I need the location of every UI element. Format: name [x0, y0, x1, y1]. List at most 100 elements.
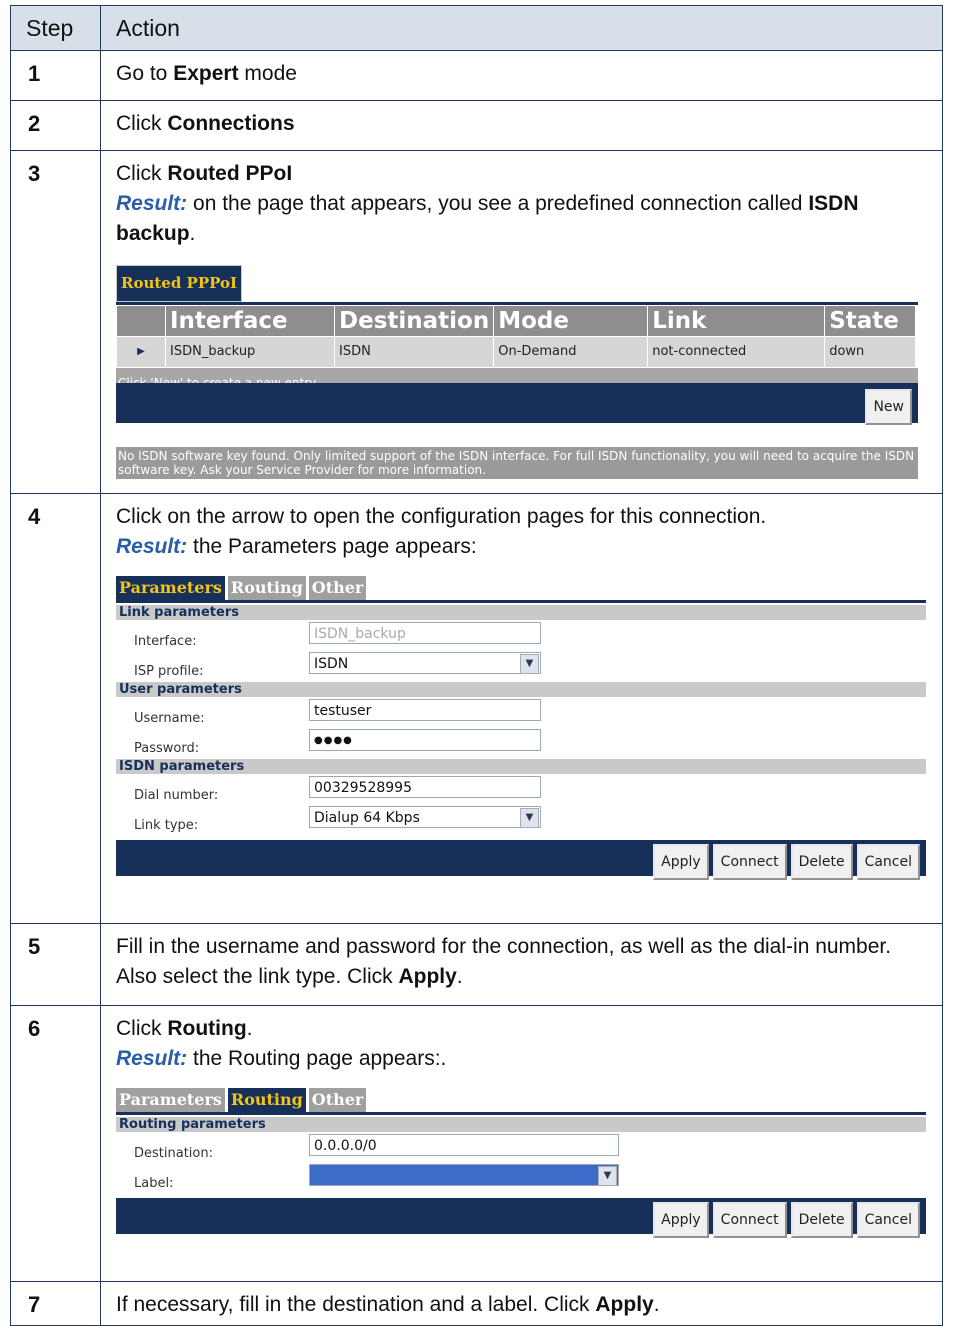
- result-label: Result:: [116, 535, 188, 558]
- apply-button[interactable]: Apply: [653, 1202, 709, 1238]
- step-action: Go to Expert mode: [100, 50, 943, 101]
- delete-button[interactable]: Delete: [790, 1202, 853, 1238]
- action-text: Click: [116, 162, 168, 185]
- action-text: Click: [116, 1017, 168, 1040]
- action-text-end: .: [456, 965, 463, 988]
- cell-link: not-connected: [647, 336, 826, 368]
- cell-mode: On-Demand: [493, 336, 649, 368]
- step-row-5: 5 Fill in the username and password for …: [10, 923, 943, 1006]
- action-text: If necessary, fill in the destination an…: [116, 1293, 596, 1316]
- interface-field: ISDN_backup: [309, 622, 541, 644]
- step-action: Fill in the username and password for th…: [100, 923, 943, 1006]
- step-action: Click Routed PPoI Result: on the page th…: [100, 150, 943, 494]
- col-destination: Destination: [333, 305, 495, 337]
- apply-button[interactable]: Apply: [653, 844, 709, 880]
- action-bold: Routing: [167, 1017, 247, 1040]
- connect-button[interactable]: Connect: [712, 844, 787, 880]
- password-row: Password: ●●●●: [116, 727, 926, 757]
- result-text: the Parameters page appears:: [187, 535, 477, 558]
- step-number: 2: [10, 100, 101, 151]
- step-number: 6: [10, 1005, 101, 1282]
- result-text: the Routing page appears:.: [187, 1047, 447, 1070]
- col-mode: Mode: [493, 305, 649, 337]
- step-row-4: 4 Click on the arrow to open the configu…: [10, 493, 943, 924]
- isdn-parameters-heading: ISDN parameters: [116, 759, 926, 774]
- step-row-1: 1 Go to Expert mode: [10, 50, 943, 101]
- header-row: Step Action: [10, 5, 943, 51]
- col-state: State: [824, 305, 916, 337]
- tab-parameters[interactable]: Parameters: [116, 576, 225, 600]
- result-end: .: [189, 222, 196, 245]
- action-text-end: mode: [238, 62, 297, 85]
- link-type-select[interactable]: Dialup 64 Kbps ▼: [309, 806, 541, 828]
- label-row: Label: ▼: [116, 1162, 926, 1192]
- label-select[interactable]: ▼: [309, 1164, 619, 1186]
- isp-profile-select[interactable]: ISDN ▼: [309, 652, 541, 674]
- new-button[interactable]: New: [865, 389, 912, 425]
- parameters-screenshot: Parameters Routing Other Link parameters…: [116, 576, 932, 880]
- connections-grid: Interface Destination Mode Link State ▶ …: [116, 305, 916, 368]
- chevron-down-icon[interactable]: ▼: [520, 808, 539, 828]
- action-bar: New: [116, 383, 918, 425]
- col-interface: Interface: [165, 305, 335, 337]
- action-text-end: .: [246, 1017, 253, 1040]
- cell-interface: ISDN_backup: [165, 336, 335, 368]
- username-row: Username: testuser: [116, 697, 926, 727]
- play-arrow-icon[interactable]: ▶: [116, 336, 166, 368]
- new-entry-hint: Click 'New' to create a new entry.: [116, 368, 918, 390]
- isp-profile-row: ISP profile: ISDN ▼: [116, 650, 926, 680]
- action-bold: Connections: [167, 112, 295, 135]
- tab-routing[interactable]: Routing: [227, 1088, 306, 1112]
- tab-routing[interactable]: Routing: [227, 576, 306, 600]
- step-row-3: 3 Click Routed PPoI Result: on the page …: [10, 150, 943, 494]
- connect-button[interactable]: Connect: [712, 1202, 787, 1238]
- tab-other[interactable]: Other: [308, 576, 367, 600]
- interface-row: Interface: ISDN_backup: [116, 620, 926, 650]
- dial-number-row: Dial number: 00329528995: [116, 774, 926, 804]
- action-text: Go to: [116, 62, 174, 85]
- destination-field[interactable]: 0.0.0.0/0: [309, 1134, 619, 1156]
- chevron-down-icon[interactable]: ▼: [520, 654, 539, 674]
- delete-button[interactable]: Delete: [790, 844, 853, 880]
- dial-number-field[interactable]: 00329528995: [309, 776, 541, 798]
- user-parameters-heading: User parameters: [116, 682, 926, 697]
- cancel-button[interactable]: Cancel: [856, 1202, 920, 1238]
- col-link: Link: [647, 305, 826, 337]
- result-label: Result:: [116, 192, 188, 215]
- cell-state: down: [824, 336, 916, 368]
- col-arrow: [116, 305, 166, 337]
- action-text-end: .: [653, 1293, 660, 1316]
- action-text: Click: [116, 112, 168, 135]
- step-number: 5: [10, 923, 101, 1006]
- step-row-7: 7 If necessary, fill in the destination …: [10, 1281, 943, 1326]
- isp-profile-value: ISDN: [314, 656, 349, 672]
- tab-bar: Parameters Routing Other: [116, 1088, 926, 1115]
- cancel-button[interactable]: Cancel: [856, 844, 920, 880]
- link-type-value: Dialup 64 Kbps: [314, 810, 420, 826]
- action-bold: Expert: [173, 62, 239, 85]
- username-field[interactable]: testuser: [309, 699, 541, 721]
- step-action: If necessary, fill in the destination an…: [100, 1281, 943, 1326]
- step-action: Click Routing. Result: the Routing page …: [100, 1005, 943, 1282]
- step-row-2: 2 Click Connections: [10, 100, 943, 151]
- grid-header: Interface Destination Mode Link State: [116, 305, 916, 337]
- password-label: Password:: [134, 741, 200, 756]
- tab-other[interactable]: Other: [308, 1088, 367, 1112]
- step-header: Step: [10, 5, 101, 51]
- cell-destination: ISDN: [333, 336, 495, 368]
- action-bold: Apply: [398, 965, 457, 988]
- routing-parameters-heading: Routing parameters: [116, 1117, 926, 1132]
- action-bold: Routed PPoI: [167, 162, 293, 185]
- tab-parameters[interactable]: Parameters: [116, 1088, 225, 1112]
- step-action: Click on the arrow to open the configura…: [100, 493, 943, 924]
- button-bar: Apply Connect Delete Cancel: [116, 840, 926, 880]
- routing-screenshot: Parameters Routing Other Routing paramet…: [116, 1088, 932, 1238]
- table-row[interactable]: ▶ ISDN_backup ISDN On-Demand not-connect…: [116, 336, 916, 368]
- password-field[interactable]: ●●●●: [309, 729, 541, 751]
- tab-bar: Parameters Routing Other: [116, 576, 926, 603]
- result-text: on the page that appears, you see a pred…: [187, 192, 809, 215]
- chevron-down-icon[interactable]: ▼: [598, 1166, 617, 1186]
- link-type-row: Link type: Dialup 64 Kbps ▼: [116, 804, 926, 834]
- pppoi-title: Routed PPPoI: [116, 265, 243, 302]
- step-number: 1: [10, 50, 101, 101]
